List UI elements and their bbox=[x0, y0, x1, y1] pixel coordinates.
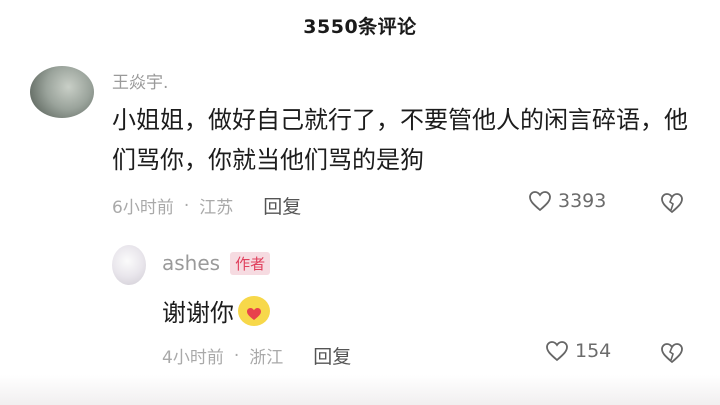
broken-heart-icon[interactable] bbox=[660, 191, 684, 215]
comment-time: 6小时前 bbox=[112, 198, 174, 218]
like-count: 3393 bbox=[558, 190, 607, 212]
heart-outline-icon bbox=[546, 341, 568, 362]
reply-location: 浙江 bbox=[249, 348, 284, 368]
comment-meta: 6小时前 · 江苏 回复 bbox=[112, 192, 301, 219]
like-count: 154 bbox=[575, 340, 612, 362]
avatar[interactable] bbox=[30, 66, 94, 118]
comment-item: 王焱宇. 小姐姐，做好自己就行了，不要管他人的闲言碎语，他们骂你，你就当他们骂的… bbox=[0, 60, 720, 230]
reply-time: 4小时前 bbox=[162, 348, 224, 368]
author-badge: 作者 bbox=[230, 251, 271, 275]
comment-text: 小姐姐，做好自己就行了，不要管他人的闲言碎语，他们骂你，你就当他们骂的是狗 bbox=[112, 106, 688, 174]
heart-icon bbox=[247, 307, 261, 320]
reply-item: ashes 作者 谢谢你 4小时前 · 浙江 回复 154 bbox=[0, 235, 720, 370]
comment-username[interactable]: 王焱宇. bbox=[112, 68, 168, 93]
comment-location: 江苏 bbox=[199, 198, 234, 218]
reply-username[interactable]: ashes bbox=[162, 251, 220, 275]
reply-username-row: ashes 作者 bbox=[162, 251, 271, 275]
bottom-fade bbox=[0, 375, 720, 405]
reply-button[interactable]: 回复 bbox=[263, 192, 301, 219]
comment-count-title: 3550条评论 bbox=[303, 15, 417, 38]
broken-heart-icon[interactable] bbox=[660, 341, 684, 365]
like-button[interactable]: 154 bbox=[545, 340, 611, 362]
avatar[interactable] bbox=[112, 245, 146, 285]
meta-separator: · bbox=[233, 345, 240, 366]
reply-button[interactable]: 回复 bbox=[313, 342, 351, 369]
comments-header: 3550条评论 bbox=[0, 0, 720, 50]
meta-separator: · bbox=[183, 195, 190, 216]
heart-outline-icon bbox=[529, 191, 551, 212]
face-with-heart-emoji-icon bbox=[238, 295, 270, 326]
like-button[interactable]: 3393 bbox=[528, 190, 606, 212]
reply-text: 谢谢你 bbox=[162, 299, 234, 327]
reply-meta: 4小时前 · 浙江 回复 bbox=[162, 342, 351, 369]
reply-text-row: 谢谢你 bbox=[162, 293, 270, 328]
